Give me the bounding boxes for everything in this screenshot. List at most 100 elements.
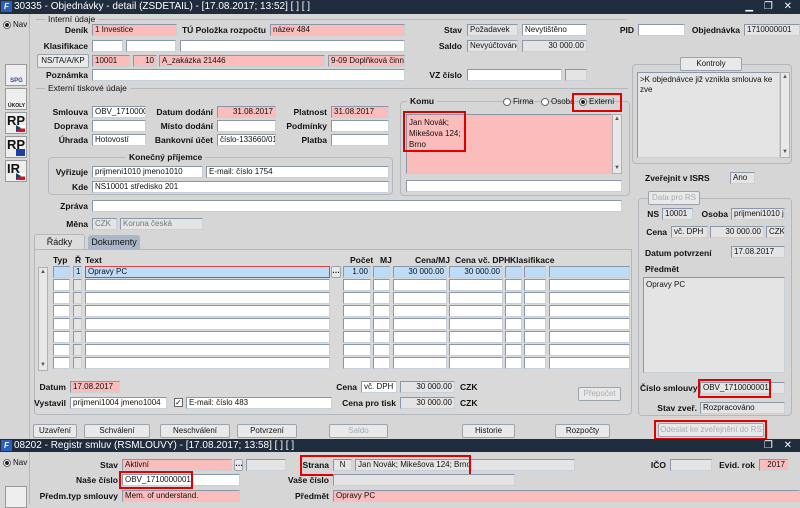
komu-option-firma[interactable]: Firma [513, 97, 533, 106]
cell-typ[interactable] [53, 344, 70, 356]
cell-pocet[interactable] [343, 318, 371, 330]
cell-r[interactable] [73, 357, 82, 369]
cell-klasifikace-1[interactable] [505, 357, 522, 369]
cell-cena[interactable] [393, 292, 447, 304]
ns-ta-a-kp-button[interactable]: NS/TA/A/KP [37, 54, 89, 68]
cell-pocet[interactable] [343, 292, 371, 304]
cell-pocet[interactable] [343, 279, 371, 291]
window-controls[interactable]: ▁ ❐ ✕ [745, 0, 796, 14]
cell-klasifikace-3[interactable] [549, 357, 630, 369]
vyrizuje-field[interactable]: prijmeni1010 jmeno1010 [92, 166, 203, 178]
window-title-bar[interactable]: F 30335 - Objednávky - detail (ZSDETAIL)… [0, 0, 800, 14]
rozpocty-button[interactable]: Rozpočty [555, 424, 610, 438]
cell-typ[interactable] [53, 331, 70, 343]
cell-typ[interactable] [53, 357, 70, 369]
cell-klasifikace-3[interactable] [549, 318, 630, 330]
datum-field[interactable]: 17.08.2017 [70, 381, 120, 393]
cell-klasifikace-3[interactable] [549, 266, 630, 278]
window2-title-bar[interactable]: F 08202 - Registr smluv (RSMLOUVY) - [17… [0, 439, 800, 452]
komu-extra-field[interactable] [406, 180, 622, 192]
datum-dodani-field[interactable]: 31.08.2017 [217, 106, 276, 118]
komu-radio-firma[interactable] [503, 98, 511, 106]
tu-field[interactable]: název 484 [270, 24, 405, 36]
w2-rok-field[interactable]: 2017 [759, 459, 788, 471]
w2-stav-lookup-button[interactable]: … [234, 459, 243, 471]
cell-mj[interactable] [373, 357, 390, 369]
cell-mj[interactable] [373, 344, 390, 356]
cell-klasifikace-2[interactable] [524, 292, 546, 304]
cell-r[interactable] [73, 344, 82, 356]
cell-typ[interactable] [53, 292, 70, 304]
kontroly-scrollbar[interactable]: ▲ ▼ [780, 72, 790, 158]
cell-text[interactable] [85, 318, 330, 330]
tab-radky[interactable]: Řádky [34, 234, 85, 249]
cell-dph[interactable] [449, 292, 503, 304]
spg-icon[interactable] [5, 486, 27, 508]
tab-dokumenty[interactable]: Dokumenty [88, 235, 140, 249]
klasifikace-field-2[interactable] [126, 40, 176, 52]
cell-cena[interactable] [393, 305, 447, 317]
cell-r[interactable] [73, 279, 82, 291]
podminky-field[interactable] [331, 120, 389, 132]
cell-text[interactable]: Opravy PC [85, 266, 330, 278]
cell-text[interactable] [85, 357, 330, 369]
cell-text[interactable] [85, 292, 330, 304]
cell-klasifikace-1[interactable] [505, 344, 522, 356]
ns-field[interactable]: 10001 [92, 55, 130, 67]
cell-klasifikace-1[interactable] [505, 279, 522, 291]
cell-klasifikace-3[interactable] [549, 305, 630, 317]
cell-dph[interactable] [449, 331, 503, 343]
cell-klasifikace-2[interactable] [524, 279, 546, 291]
table-scrollbar[interactable]: ▲ ▼ [38, 267, 48, 371]
cell-text[interactable] [85, 305, 330, 317]
cell-dph[interactable] [449, 305, 503, 317]
window2-controls[interactable]: ❐ ✕ [764, 439, 796, 452]
poznamka-field[interactable] [92, 69, 405, 81]
platba-field[interactable] [331, 134, 389, 146]
cell-typ[interactable] [53, 279, 70, 291]
stav-print-field[interactable]: Nevytištěno [522, 24, 587, 36]
cell-mj[interactable] [373, 305, 390, 317]
cell-klasifikace-2[interactable] [524, 344, 546, 356]
cell-klasifikace-1[interactable] [505, 318, 522, 330]
uhrada-field[interactable]: Hotovostí [92, 134, 146, 146]
cell-cena[interactable]: 30 000.00 [393, 266, 447, 278]
cell-r[interactable] [73, 318, 82, 330]
cell-klasifikace-2[interactable] [524, 305, 546, 317]
cell-cena[interactable] [393, 357, 447, 369]
cell-klasifikace-3[interactable] [549, 344, 630, 356]
cell-dph[interactable]: 30 000.00 [449, 266, 503, 278]
cell-mj[interactable] [373, 331, 390, 343]
email-checkbox[interactable]: ✓ [174, 398, 183, 407]
data-pro-rs-button[interactable]: Data pro RS [648, 191, 700, 205]
nav-radio-2[interactable] [3, 459, 11, 467]
cell-klasifikace-2[interactable] [524, 266, 546, 278]
cell-mj[interactable] [373, 266, 390, 278]
zakazka-field[interactable]: A_zakázka 21446 [159, 55, 325, 67]
cell-klasifikace-3[interactable] [549, 292, 630, 304]
cell-pocet[interactable] [343, 305, 371, 317]
cell-pocet[interactable] [343, 331, 371, 343]
misto-field[interactable] [217, 120, 276, 132]
schvaleni-button[interactable]: Schválení [84, 424, 150, 438]
text-lookup-button[interactable]: … [331, 266, 341, 278]
cell-cena[interactable] [393, 331, 447, 343]
cell-text[interactable] [85, 331, 330, 343]
komu-radio-osoba[interactable] [541, 98, 549, 106]
zprava-field[interactable] [92, 200, 622, 212]
cell-mj[interactable] [373, 318, 390, 330]
cell-dph[interactable] [449, 318, 503, 330]
tasks-icon[interactable]: ÚKOLY [5, 88, 27, 110]
cell-dph[interactable] [449, 344, 503, 356]
cell-typ[interactable] [53, 305, 70, 317]
kp-field[interactable]: 9-09 Doplňková činnos [328, 55, 405, 67]
doprava-field[interactable] [92, 120, 146, 132]
nav-radio[interactable] [3, 21, 11, 29]
cell-r[interactable] [73, 331, 82, 343]
cell-mj[interactable] [373, 279, 390, 291]
cell-r[interactable]: 1 [73, 266, 82, 278]
rp-cz-icon[interactable]: RP [5, 112, 27, 134]
ta-field[interactable]: 10 [133, 55, 157, 67]
cell-pocet[interactable]: 1.00 [343, 266, 371, 278]
vz-field[interactable] [467, 69, 562, 81]
